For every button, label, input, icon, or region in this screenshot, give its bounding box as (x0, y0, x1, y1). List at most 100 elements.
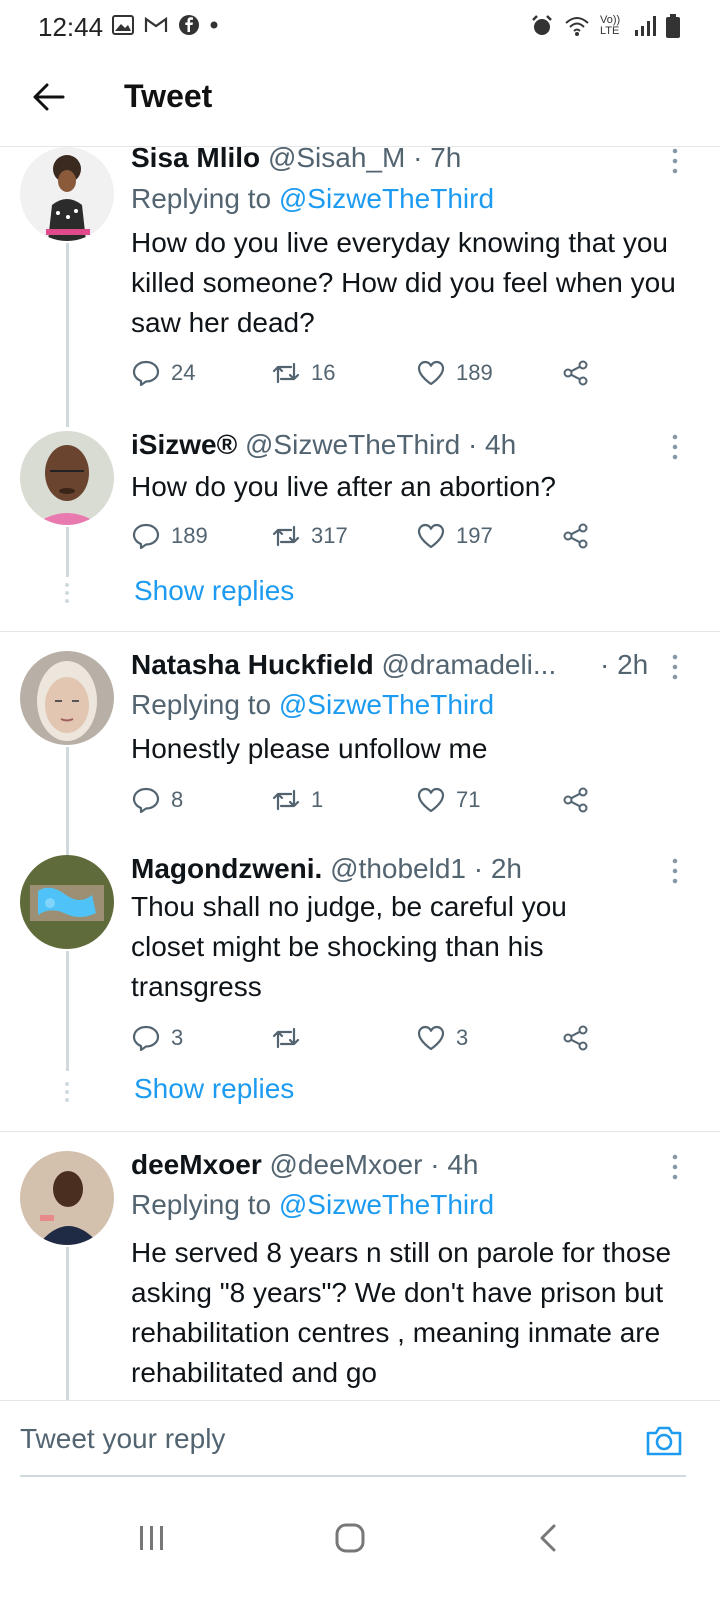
retweet-count: 1 (311, 787, 324, 812)
retweet-button[interactable] (271, 1023, 311, 1053)
tweet-time: · 4h (430, 1149, 479, 1180)
share-button[interactable] (561, 521, 591, 551)
replying-to: Replying to @SizweTheThird (131, 1189, 495, 1220)
dot-icon (210, 21, 218, 29)
share-icon (563, 360, 588, 386)
replying-to: Replying to @SizweTheThird (131, 689, 495, 720)
display-name[interactable]: Sisa Mlilo (131, 147, 260, 173)
retweet-button[interactable]: 16 (271, 358, 335, 388)
avatar[interactable] (20, 1151, 114, 1245)
reply-button[interactable]: 24 (131, 358, 195, 388)
back-button[interactable] (518, 1508, 578, 1568)
tweet-item[interactable]: deeMxoer @deeMxoer · 4h Replying to @Siz… (0, 1147, 720, 1400)
user-handle[interactable]: @SizweTheThird (245, 429, 460, 460)
user-handle[interactable]: @dramadeli... (382, 649, 557, 680)
like-count: 71 (456, 787, 481, 812)
tweet-item[interactable]: Sisa Mlilo @Sisah_M · 7h Replying to @Si… (0, 147, 720, 427)
status-time: 12:44 (38, 12, 104, 42)
avatar[interactable] (20, 431, 114, 525)
thread-dots-icon (65, 1082, 69, 1102)
like-count: 197 (456, 523, 493, 548)
tweet-time: · 4h (467, 429, 517, 460)
display-name[interactable]: iSizwe® (131, 429, 237, 460)
reply-composer[interactable]: Tweet your reply (0, 1400, 720, 1479)
more-options-icon[interactable] (670, 433, 680, 461)
gallery-icon (112, 15, 134, 35)
user-handle[interactable]: @Sisah_M (268, 147, 405, 173)
mention-link[interactable]: @SizweTheThird (279, 183, 494, 214)
tweet-item[interactable]: Natasha Huckfield @dramadeli... · 2h Rep… (0, 647, 720, 855)
show-replies-link[interactable]: Show replies (134, 575, 294, 607)
back-nav-icon (540, 1524, 556, 1552)
like-count: 189 (456, 360, 493, 385)
thread-line (66, 747, 69, 855)
tweet-actions: 189 317 197 (131, 521, 611, 555)
avatar[interactable] (20, 651, 114, 745)
display-name[interactable]: deeMxoer (131, 1149, 262, 1180)
tweet-item[interactable]: iSizwe® @SizweTheThird · 4h How do you l… (0, 427, 720, 632)
reply-thread[interactable]: Sisa Mlilo @Sisah_M · 7h Replying to @Si… (0, 147, 720, 1400)
avatar[interactable] (20, 855, 114, 949)
display-name[interactable]: Natasha Huckfield (131, 649, 374, 680)
home-button[interactable] (320, 1508, 380, 1568)
thread-line (66, 243, 69, 427)
wifi-icon (565, 17, 589, 36)
recent-apps-button[interactable] (122, 1508, 182, 1568)
alarm-icon (532, 15, 552, 35)
more-options-icon[interactable] (670, 1153, 680, 1181)
avatar[interactable] (20, 147, 114, 241)
more-options-icon[interactable] (670, 653, 680, 681)
gmail-icon (144, 16, 168, 32)
like-button[interactable]: 189 (416, 358, 493, 388)
reply-icon (132, 787, 160, 814)
heart-icon (417, 523, 445, 549)
reply-input[interactable]: Tweet your reply (20, 1423, 225, 1455)
retweet-button[interactable]: 1 (271, 785, 323, 815)
like-button[interactable]: 71 (416, 785, 480, 815)
reply-button[interactable]: 189 (131, 521, 208, 551)
camera-icon[interactable] (644, 1421, 684, 1461)
reply-button[interactable]: 8 (131, 785, 183, 815)
replying-to: Replying to @SizweTheThird (131, 183, 495, 214)
tweet-item[interactable]: Magondzweni. @thobeld1 · 2h Thou shall n… (0, 853, 720, 1130)
tweet-time: · 2h (473, 853, 522, 884)
more-options-icon[interactable] (670, 147, 680, 175)
reply-icon (132, 1025, 160, 1052)
show-replies-link[interactable]: Show replies (134, 1073, 294, 1105)
like-button[interactable]: 3 (416, 1023, 468, 1053)
tweet-actions: 8 1 71 (131, 785, 611, 819)
divider (20, 1475, 686, 1477)
signal-icon (635, 16, 656, 36)
tweet-actions: 3 3 (131, 1023, 611, 1057)
tweet-text: Honestly please unfollow me (131, 733, 488, 764)
home-icon (335, 1523, 365, 1553)
retweet-icon (272, 362, 300, 384)
retweet-icon (272, 1027, 300, 1049)
share-button[interactable] (561, 358, 591, 388)
tweet-actions: 24 16 189 (131, 358, 611, 392)
share-button[interactable] (561, 1023, 591, 1053)
mention-link[interactable]: @SizweTheThird (279, 1189, 494, 1220)
reply-icon (132, 523, 160, 550)
like-button[interactable]: 197 (416, 521, 493, 551)
reply-count: 24 (171, 360, 196, 385)
share-icon (563, 1025, 588, 1051)
mention-link[interactable]: @SizweTheThird (279, 689, 494, 720)
battery-icon (666, 14, 680, 38)
app-header: Tweet (0, 54, 720, 147)
retweet-button[interactable]: 317 (271, 521, 348, 551)
user-handle[interactable]: @thobeld1 (330, 853, 466, 884)
reply-button[interactable]: 3 (131, 1023, 183, 1053)
divider (0, 1131, 720, 1132)
thread-line (66, 1247, 69, 1400)
reply-count: 189 (171, 523, 208, 548)
back-arrow-icon[interactable] (32, 80, 66, 114)
thread-dots-icon (65, 583, 69, 603)
retweet-count: 317 (311, 523, 348, 548)
reply-count: 8 (171, 787, 184, 812)
more-options-icon[interactable] (670, 857, 680, 885)
recent-apps-icon (140, 1526, 163, 1550)
share-button[interactable] (561, 785, 591, 815)
display-name[interactable]: Magondzweni. (131, 853, 322, 884)
user-handle[interactable]: @deeMxoer (270, 1149, 423, 1180)
